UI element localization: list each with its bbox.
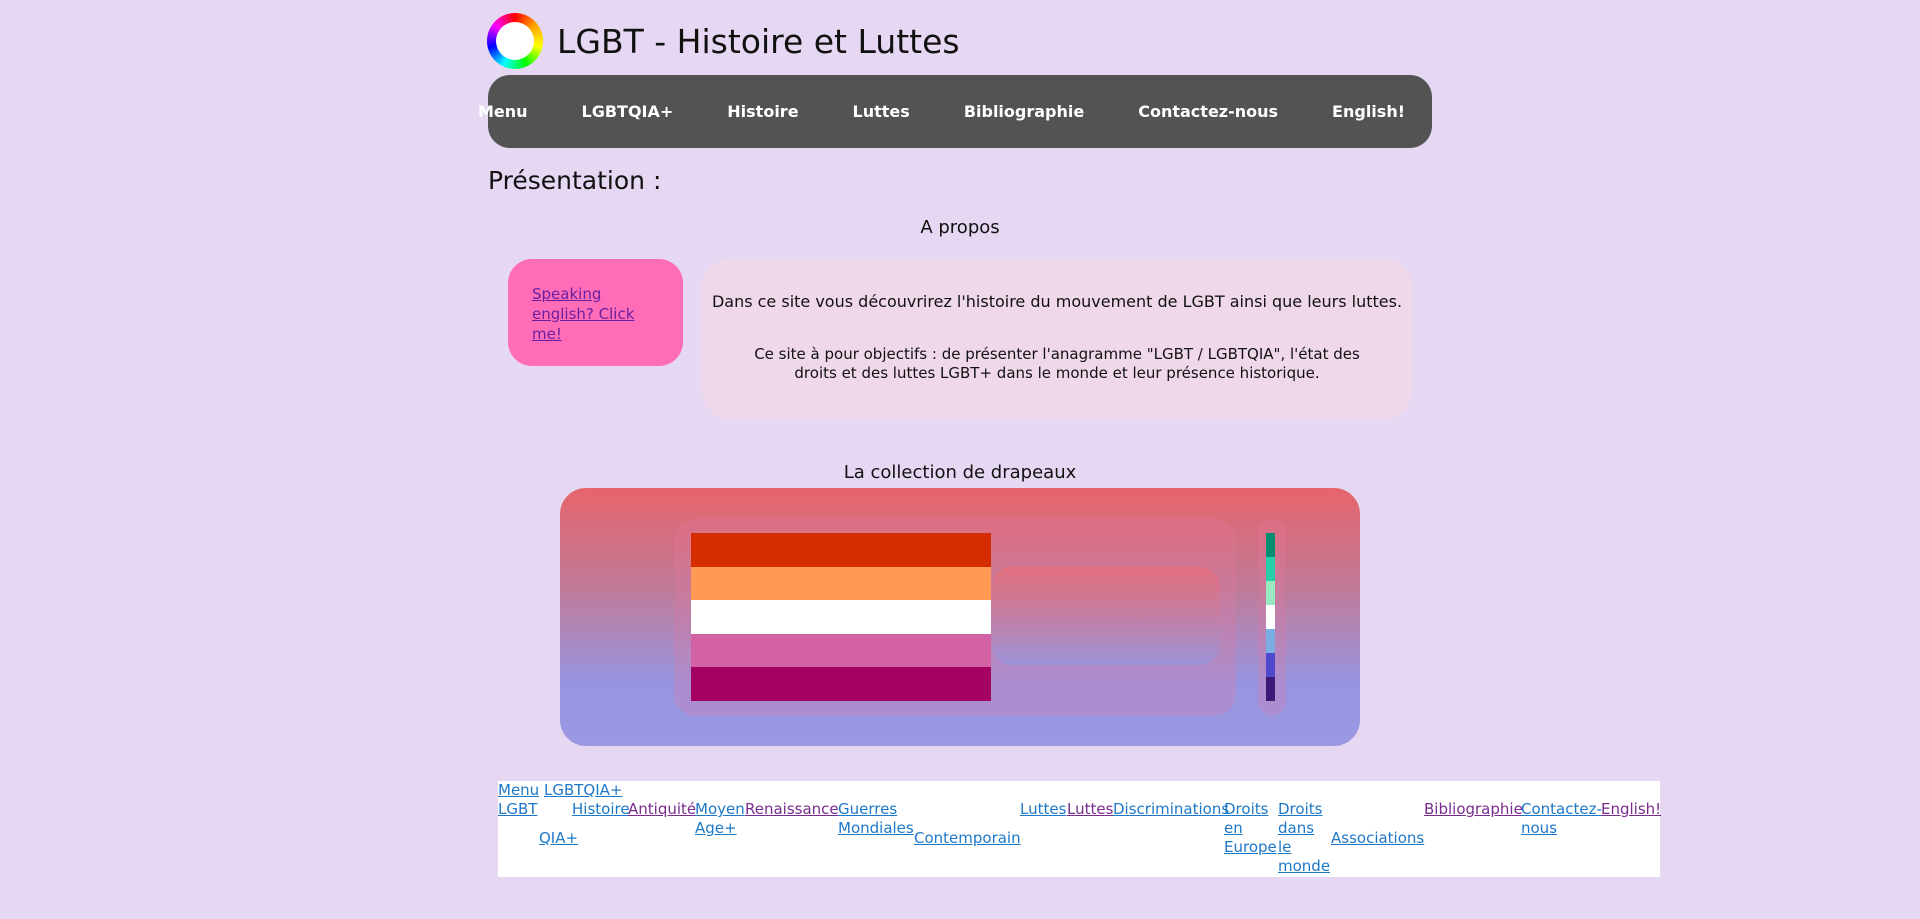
footer-link-age[interactable]: Age+ (695, 819, 737, 838)
footer-link-luttes[interactable]: Luttes (1020, 800, 1066, 819)
about-intro-text: Dans ce site vous découvrirez l'histoire… (711, 292, 1403, 311)
footer-link-droits-monde-monde[interactable]: monde (1278, 857, 1330, 876)
footer-link-guerres[interactable]: Guerres (838, 800, 897, 819)
footer-link-droits-europe[interactable]: Droits (1224, 800, 1268, 819)
flag-stripe (691, 633, 991, 668)
footer-sitemap: Menu LGBT LGBTQIA+ QIA+ Histoire Antiqui… (498, 781, 1661, 877)
footer-link-contactez[interactable]: Contactez- (1521, 800, 1602, 819)
footer-link-lgbtqia[interactable]: LGBTQIA+ (544, 781, 623, 800)
flag-stripe (691, 600, 991, 634)
flags-heading: La collection de drapeaux (843, 462, 1077, 483)
nav-contactez-nous[interactable]: Contactez-nous (1138, 102, 1278, 121)
footer-link-moyen[interactable]: Moyen (695, 800, 745, 819)
footer-link-luttes-2[interactable]: Luttes (1067, 800, 1113, 819)
flag-stripe (1266, 581, 1275, 605)
footer-link-menu[interactable]: Menu (498, 781, 539, 800)
flag-stripe (1266, 629, 1275, 653)
main-navbar: Menu LGBTQIA+ Histoire Luttes Bibliograp… (478, 75, 1432, 148)
flag-stripe (1266, 653, 1275, 677)
flag-stripe (1266, 677, 1275, 701)
footer-link-qia[interactable]: QIA+ (539, 829, 578, 848)
flag-stripe (691, 566, 991, 601)
english-link-card: Speaking english? Click me! (508, 259, 683, 366)
nav-histoire[interactable]: Histoire (727, 102, 798, 121)
footer-link-contactez-nous[interactable]: nous (1521, 819, 1557, 838)
gay-men-flag-image (1266, 533, 1275, 701)
presentation-title: Présentation : (488, 166, 662, 195)
footer-link-contemporain[interactable]: Contemporain (914, 829, 1021, 848)
lesbian-flag-image (691, 533, 991, 701)
nav-english[interactable]: English! (1332, 102, 1405, 121)
about-card: Dans ce site vous découvrirez l'histoire… (702, 259, 1412, 419)
footer-link-associations[interactable]: Associations (1331, 829, 1424, 848)
flag-caption-card (992, 567, 1220, 665)
flag-stripe (691, 533, 991, 567)
nav-bibliographie[interactable]: Bibliographie (964, 102, 1084, 121)
footer-link-droits-europe-en[interactable]: en (1224, 819, 1243, 838)
footer-link-droits-europe-europe[interactable]: Europe (1224, 838, 1277, 857)
footer-link-bibliographie[interactable]: Bibliographie (1424, 800, 1523, 819)
flag-stripe (1266, 557, 1275, 581)
footer-link-english[interactable]: English! (1601, 800, 1661, 819)
flag-stripe (1266, 533, 1275, 557)
flag-carousel (560, 488, 1360, 746)
rainbow-ring-logo-icon (487, 13, 543, 69)
about-objectives-text: Ce site à pour objectifs : de présenter … (754, 345, 1360, 382)
footer-link-mondiales[interactable]: Mondiales (838, 819, 914, 838)
about-heading: A propos (920, 217, 1000, 238)
nav-lgbtqia[interactable]: LGBTQIA+ (582, 102, 674, 121)
footer-link-droits-monde-le[interactable]: le (1278, 838, 1291, 857)
nav-luttes[interactable]: Luttes (853, 102, 910, 121)
footer-link-droits-monde-dans[interactable]: dans (1278, 819, 1314, 838)
footer-link-antiquite[interactable]: Antiquité (628, 800, 696, 819)
site-title: LGBT - Histoire et Luttes (557, 21, 960, 61)
flag-stripe (691, 667, 991, 701)
footer-link-lgbt[interactable]: LGBT (498, 800, 537, 819)
footer-link-discriminations[interactable]: Discriminations (1113, 800, 1229, 819)
flag-stripe (1266, 605, 1275, 629)
footer-link-histoire[interactable]: Histoire (572, 800, 630, 819)
footer-link-droits-monde[interactable]: Droits (1278, 800, 1322, 819)
english-link[interactable]: Speaking english? Click me! (532, 285, 634, 343)
site-header: LGBT - Histoire et Luttes (487, 12, 960, 70)
footer-link-renaissance[interactable]: Renaissance (745, 800, 839, 819)
nav-menu[interactable]: Menu (478, 102, 528, 121)
